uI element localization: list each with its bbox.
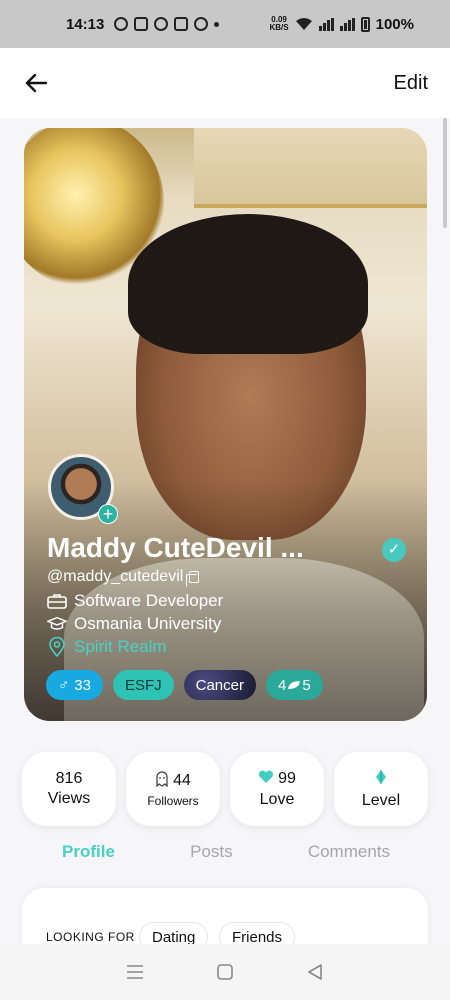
briefcase-icon [47, 592, 67, 610]
arrow-left-icon [25, 73, 48, 93]
profile-tabs: Profile Posts Comments [22, 842, 428, 862]
views-stat[interactable]: 816 Views [22, 752, 116, 826]
mbti-tag[interactable]: ESFJ [112, 670, 174, 700]
copy-icon[interactable] [186, 571, 200, 587]
crystal-icon [375, 769, 387, 790]
male-icon: ♂ [58, 676, 70, 694]
recent-apps-button[interactable] [115, 952, 155, 992]
age-gender-tag[interactable]: ♂ 33 [46, 670, 103, 700]
views-count: 816 [55, 770, 83, 787]
views-label: Views [47, 790, 91, 807]
battery-icon [360, 16, 370, 32]
profile-card: + Maddy CuteDevil ... ✓ @maddy_cutedevil… [24, 128, 427, 721]
notification-icons [114, 17, 209, 31]
signal-icon [318, 17, 334, 31]
threads-icon [194, 17, 209, 31]
signal-icon-2 [339, 17, 355, 31]
menu-icon [127, 965, 143, 979]
app-notification-icon [134, 17, 149, 31]
followers-count: 44 [173, 772, 191, 789]
home-button[interactable] [205, 952, 245, 992]
stats-row: 816 Views 44 Followers 99 Love Level [22, 752, 428, 826]
profile-photo-hair [128, 214, 368, 354]
verified-badge-icon: ✓ [382, 538, 406, 562]
love-count: 99 [278, 770, 296, 787]
location-row[interactable]: Spirit Realm [47, 637, 167, 657]
back-button[interactable] [22, 69, 50, 97]
tab-profile[interactable]: Profile [62, 842, 115, 862]
followers-label: Followers [147, 793, 199, 808]
leaf-icon [287, 677, 301, 694]
wifi-icon [295, 18, 312, 30]
tab-comments[interactable]: Comments [308, 842, 390, 862]
more-notifications-dot [214, 21, 220, 27]
zodiac-tag[interactable]: Cancer [183, 670, 256, 700]
love-stat[interactable]: 99 Love [230, 752, 324, 826]
whatsapp-icon [114, 17, 129, 31]
education-row: Osmania University [47, 614, 221, 634]
profile-tags: ♂ 33 ESFJ Cancer 4 5 [46, 670, 323, 700]
battery-level: 100% [375, 15, 414, 33]
system-back-button[interactable] [295, 952, 335, 992]
plant-tag[interactable]: 4 5 [265, 670, 323, 700]
followers-stat[interactable]: 44 Followers [126, 752, 220, 826]
system-nav-bar [0, 944, 450, 1000]
love-label: Love [259, 790, 295, 808]
profile-handle: @maddy_cutedevil [47, 568, 184, 585]
ghost-icon [155, 770, 169, 792]
background-ceiling [194, 128, 427, 208]
heart-icon [258, 770, 274, 789]
network-speed: 0.09 KB/S [269, 15, 289, 32]
profile-name: Maddy CuteDevil ... [47, 532, 304, 563]
profile-handle-row: @maddy_cutedevil [47, 568, 200, 587]
search-notification-icon [154, 17, 169, 31]
clock: 14:13 [66, 15, 105, 33]
graduation-cap-icon [47, 615, 67, 633]
looking-for-label: LOOKING FOR [46, 930, 135, 944]
location-text: Spirit Realm [74, 637, 167, 656]
add-photo-button[interactable]: + [98, 504, 118, 524]
status-bar: 14:13 0.09 KB/S 100% [0, 0, 450, 48]
tab-posts[interactable]: Posts [190, 842, 233, 862]
edit-button[interactable]: Edit [394, 72, 428, 95]
occupation-text: Software Developer [74, 591, 224, 610]
occupation-row: Software Developer [47, 591, 223, 611]
location-pin-icon [47, 637, 67, 657]
education-text: Osmania University [74, 614, 222, 633]
home-square-icon [217, 964, 233, 980]
myjio-icon [174, 17, 189, 31]
top-bar: Edit [0, 48, 450, 118]
level-label: Level [361, 791, 401, 809]
back-triangle-icon [308, 964, 322, 980]
level-stat[interactable]: Level [334, 752, 428, 826]
scrollbar[interactable] [443, 118, 447, 228]
